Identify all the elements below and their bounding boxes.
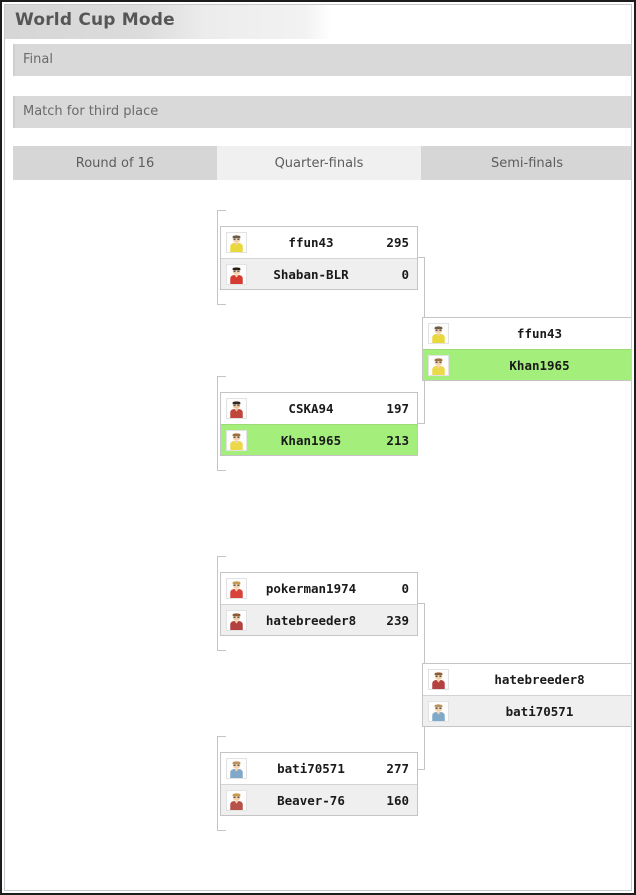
section-label-final: Final [23, 52, 53, 67]
section-header-final[interactable]: Final [13, 44, 631, 76]
player-score: 295 [386, 235, 409, 250]
player-row[interactable]: pokerman1974 0 [221, 573, 417, 604]
match-row16-1[interactable]: ffun43 295 Shaban-BLR 0 [220, 226, 418, 290]
bracket-connector-left-1-top [217, 210, 226, 211]
tab-label-semi-finals: Semi-finals [491, 155, 563, 171]
bracket-connector-left-4-bottom [217, 830, 226, 831]
bracket-connector-left-1-bottom [217, 304, 226, 305]
bracket-connector-left-4-top [217, 736, 226, 737]
player-score: 277 [386, 761, 409, 776]
player-row[interactable]: CSKA94 197 [221, 393, 417, 424]
round-tabs: Round of 16 Quarter-finals Semi-finals [13, 146, 631, 180]
player-name: hatebreeder8 [265, 613, 357, 628]
avatar-icon-hatebreeder8 [428, 669, 449, 690]
player-name: bati70571 [505, 704, 574, 719]
player-row[interactable]: bati70571 277 [221, 753, 417, 784]
match-quarterfinal-2[interactable]: hatebreeder8 bati70571 [422, 663, 631, 727]
avatar-icon-pokerman1974 [226, 578, 247, 599]
bracket-connector-left-1 [217, 210, 218, 304]
player-row[interactable]: Khan1965 213 [221, 424, 417, 455]
player-name: pokerman1974 [265, 581, 357, 596]
player-name: CSKA94 [288, 401, 334, 416]
match-row16-3[interactable]: pokerman1974 0 hatebreeder8 239 [220, 572, 418, 636]
player-row[interactable]: bati70571 [423, 695, 631, 726]
player-row[interactable]: Beaver-76 160 [221, 784, 417, 815]
avatar-icon-ffun43 [428, 323, 449, 344]
tab-quarter-finals[interactable]: Quarter-finals [217, 146, 421, 180]
player-score: 197 [386, 401, 409, 416]
bracket-connector-left-3 [217, 556, 218, 650]
player-row[interactable]: ffun43 295 [221, 227, 417, 258]
avatar-icon-bati70571 [226, 758, 247, 779]
player-name: Beaver-76 [277, 793, 345, 808]
avatar-icon-khan1965 [226, 430, 247, 451]
section-header-third-place[interactable]: Match for third place [13, 96, 631, 128]
player-name: Khan1965 [280, 433, 342, 448]
bracket-connector-left-2 [217, 376, 218, 470]
avatar-icon-shaban-blr [226, 264, 247, 285]
avatar-icon-ffun43 [226, 232, 247, 253]
page-title: World Cup Mode [15, 10, 175, 30]
window-inner-frame: World Cup Mode Final Match for third pla… [4, 4, 632, 891]
player-score: 160 [386, 793, 409, 808]
player-row[interactable]: Shaban-BLR 0 [221, 258, 417, 289]
section-label-third-place: Match for third place [23, 104, 159, 119]
player-name: ffun43 [516, 326, 563, 341]
match-row16-4[interactable]: bati70571 277 Beaver-76 160 [220, 752, 418, 816]
world-cup-window: World Cup Mode Final Match for third pla… [0, 0, 636, 895]
player-name: hatebreeder8 [494, 672, 585, 687]
tab-label-quarter-finals: Quarter-finals [274, 155, 364, 171]
player-score: 0 [401, 581, 409, 596]
bracket-connector-left-2-bottom [217, 470, 226, 471]
player-name: Khan1965 [509, 358, 570, 373]
player-score: 239 [386, 613, 409, 628]
player-row[interactable]: hatebreeder8 [423, 664, 631, 695]
player-row[interactable]: hatebreeder8 239 [221, 604, 417, 635]
match-row16-2[interactable]: CSKA94 197 Khan1965 213 [220, 392, 418, 456]
avatar-icon-beaver-76 [226, 790, 247, 811]
player-score: 213 [386, 433, 409, 448]
player-name: ffun43 [288, 235, 334, 250]
bracket-connector-left-3-bottom [217, 650, 226, 651]
window-titlebar: World Cup Mode [5, 5, 631, 39]
avatar-icon-bati70571 [428, 701, 449, 722]
player-score: 0 [401, 267, 409, 282]
match-quarterfinal-1[interactable]: ffun43 Khan1965 [422, 317, 631, 381]
player-row[interactable]: ffun43 [423, 318, 631, 349]
avatar-icon-hatebreeder8 [226, 610, 247, 631]
tab-label-round-of-16: Round of 16 [75, 155, 155, 171]
player-row[interactable]: Khan1965 [423, 349, 631, 380]
player-name: bati70571 [277, 761, 345, 776]
avatar-icon-cska94 [226, 398, 247, 419]
tab-semi-finals[interactable]: Semi-finals [421, 146, 631, 180]
tab-round-of-16[interactable]: Round of 16 [13, 146, 217, 180]
bracket-connector-left-3-top [217, 556, 226, 557]
avatar-icon-khan1965 [428, 355, 449, 376]
bracket-connector-left-4 [217, 736, 218, 830]
tournament-bracket: ffun43 295 Shaban-BLR 0 CSKA94 197 Khan1965 21… [5, 182, 631, 890]
player-name: Shaban-BLR [273, 267, 349, 282]
bracket-connector-left-2-top [217, 376, 226, 377]
